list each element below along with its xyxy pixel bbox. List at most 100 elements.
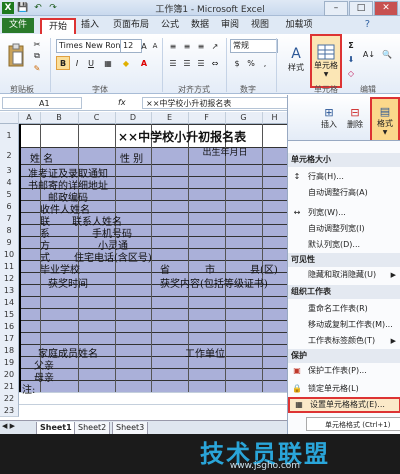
delete-button[interactable]: ⊟ 删除 [342, 99, 368, 137]
tab-data[interactable]: 数据 [188, 18, 212, 33]
format-cells-icon: ▦ [295, 400, 303, 409]
menu-item-autofit-column[interactable]: 自动调整列宽(I) [288, 221, 400, 237]
row-header-1[interactable]: 1 [0, 124, 19, 148]
sheet-title: ××中学校小升初报名表 [118, 130, 247, 144]
cells-button[interactable]: 单元格 ▼ [310, 34, 342, 88]
chevron-right-icon: ▶ [390, 271, 396, 279]
comma-button[interactable]: , [258, 56, 272, 70]
tab-page-layout[interactable]: 页面布局 [108, 18, 154, 33]
shrink-font-icon[interactable]: A [149, 39, 161, 53]
menu-item-autofit-row[interactable]: 自动调整行高(A) [288, 185, 400, 201]
cut-icon[interactable]: ✂ [30, 38, 44, 50]
row-header-2[interactable]: 2 [0, 147, 19, 165]
underline-button[interactable]: U [84, 56, 98, 70]
menu-item-tab-color[interactable]: 工作表标签颜色(T) ▶ [288, 333, 400, 349]
redo-icon[interactable]: ↷ [47, 2, 59, 14]
number-format-select[interactable]: 常规 [230, 39, 278, 53]
grid-line [225, 124, 226, 392]
paste-button[interactable] [4, 38, 28, 74]
borders-icon[interactable]: ▦ [100, 56, 116, 70]
menu-item-row-height[interactable]: ↕ 行高(H)... [288, 169, 400, 185]
save-icon[interactable]: 💾 [17, 2, 29, 14]
row-header-23[interactable]: 23 [0, 404, 19, 417]
worksheet-grid[interactable]: ABCDEFGH 1 2 3 4 5 6 7 8 9 10 11 12 13 14 15 16 17 18 19 20… [0, 112, 287, 442]
menu-item-format-cells[interactable]: ▦ 设置单元格格式(E)... [288, 397, 400, 413]
select-all-corner[interactable] [0, 112, 19, 124]
percent-button[interactable]: % [244, 56, 258, 70]
fill-icon[interactable]: ⬇ [344, 52, 358, 66]
styles-button-label: 样式 [288, 62, 304, 72]
autosum-icon[interactable]: Σ [344, 38, 358, 52]
help-icon[interactable]: ? [365, 19, 370, 30]
column-header-d[interactable]: D [115, 112, 152, 124]
menu-item-rename-sheet[interactable]: 重命名工作表(R) [288, 301, 400, 317]
menu-item-default-width[interactable]: 默认列宽(D)... [288, 237, 400, 253]
formula-input[interactable]: ××中学校小升初报名表 [142, 97, 288, 109]
fx-button[interactable]: fx [118, 97, 140, 109]
align-bottom-icon[interactable]: ≡ [194, 39, 208, 53]
sort-filter-icon[interactable]: A↓ [360, 38, 378, 70]
column-header-b[interactable]: B [40, 112, 79, 124]
column-header-g[interactable]: G [225, 112, 263, 124]
format-painter-icon[interactable]: ✎ [30, 62, 44, 74]
sheet-nav-icon[interactable]: ◀ ▶ [2, 422, 15, 430]
cell-graduate-school-label: 毕业学校 [40, 265, 80, 276]
column-header-h[interactable]: H [262, 112, 287, 124]
name-box[interactable]: A1 [2, 97, 82, 109]
column-header-e[interactable]: E [151, 112, 189, 124]
menu-item-lock-cell[interactable]: 🔒 锁定单元格(L) [288, 381, 400, 397]
menu-item-move-copy[interactable]: 移动或复制工作表(M)... [288, 317, 400, 333]
undo-icon[interactable]: ↶ [32, 2, 44, 14]
cell-name-label: 姓 名 [30, 154, 54, 165]
group-label-alignment: 对齐方式 [178, 85, 210, 94]
tab-formulas[interactable]: 公式 [158, 18, 182, 33]
cells-panel: ⊞ 插入 ⊟ 删除 ▤ 格式 ▼ [287, 95, 400, 143]
merge-center-icon[interactable]: ⇔ [208, 56, 222, 70]
styles-button[interactable]: A 样式 [282, 36, 310, 82]
format-button[interactable]: ▤ 格式 ▼ [370, 97, 400, 143]
group-label-cells: 单元格 [314, 85, 338, 94]
clear-icon[interactable]: ◇ [344, 66, 358, 80]
tab-file[interactable]: 文件 [2, 18, 34, 33]
grid-line [19, 320, 287, 321]
align-middle-icon[interactable]: ≡ [180, 39, 194, 53]
bold-button[interactable]: B [56, 56, 70, 70]
insert-button[interactable]: ⊞ 插入 [316, 99, 342, 137]
align-right-icon[interactable]: ☰ [194, 56, 208, 70]
column-header-c[interactable]: C [78, 112, 116, 124]
tab-review[interactable]: 审阅 [218, 18, 242, 33]
status-bar: 技术员联盟 www.jsgho.com [0, 434, 400, 474]
align-left-icon[interactable]: ☰ [166, 56, 180, 70]
align-center-icon[interactable]: ☰ [180, 56, 194, 70]
tab-home[interactable]: 开始 [40, 18, 76, 35]
menu-item-protect-sheet[interactable]: ▣ 保护工作表(P)... [288, 363, 400, 379]
menu-item-hide-unhide[interactable]: 隐藏和取消隐藏(U) ▶ [288, 267, 400, 283]
align-top-icon[interactable]: ≡ [166, 39, 180, 53]
cell-mother-label: 母亲 [34, 373, 54, 384]
column-header-f[interactable]: F [188, 112, 226, 124]
tab-addins[interactable]: 加载项 [280, 18, 318, 33]
cell-gender-label: 性 别 [120, 154, 144, 165]
menu-section-protect: 保护 [288, 349, 400, 363]
tab-view[interactable]: 视图 [248, 18, 272, 33]
find-select-icon[interactable]: 🔍 [378, 38, 396, 70]
orientation-icon[interactable]: ↗ [208, 39, 222, 53]
maximize-button[interactable]: □ [349, 1, 373, 16]
fill-color-icon[interactable]: ◆ [118, 56, 134, 70]
cell-city-label: 市 [205, 265, 215, 276]
menu-item-label: 自动调整列宽(I) [308, 224, 365, 233]
font-color-icon[interactable]: A [136, 56, 152, 70]
ribbon-tabs: 文件 开始 插入 页面布局 公式 数据 审阅 视图 加载项 ? [0, 16, 400, 35]
currency-icon[interactable]: $ [230, 56, 244, 70]
copy-icon[interactable]: ⧉ [30, 50, 44, 62]
grid-line [262, 124, 263, 392]
column-header-a[interactable]: A [18, 112, 41, 124]
menu-item-column-width[interactable]: ↔ 列宽(W)... [288, 205, 400, 221]
minimize-button[interactable]: – [324, 1, 348, 16]
close-button[interactable]: ✕ [374, 1, 398, 16]
italic-button[interactable]: I [70, 56, 84, 70]
tab-insert[interactable]: 插入 [78, 18, 102, 33]
grid-line [19, 392, 287, 393]
font-name-select[interactable]: Times New Ron [56, 39, 124, 53]
cell-home-phone-label: 住宅电话(含区号) [74, 253, 152, 264]
